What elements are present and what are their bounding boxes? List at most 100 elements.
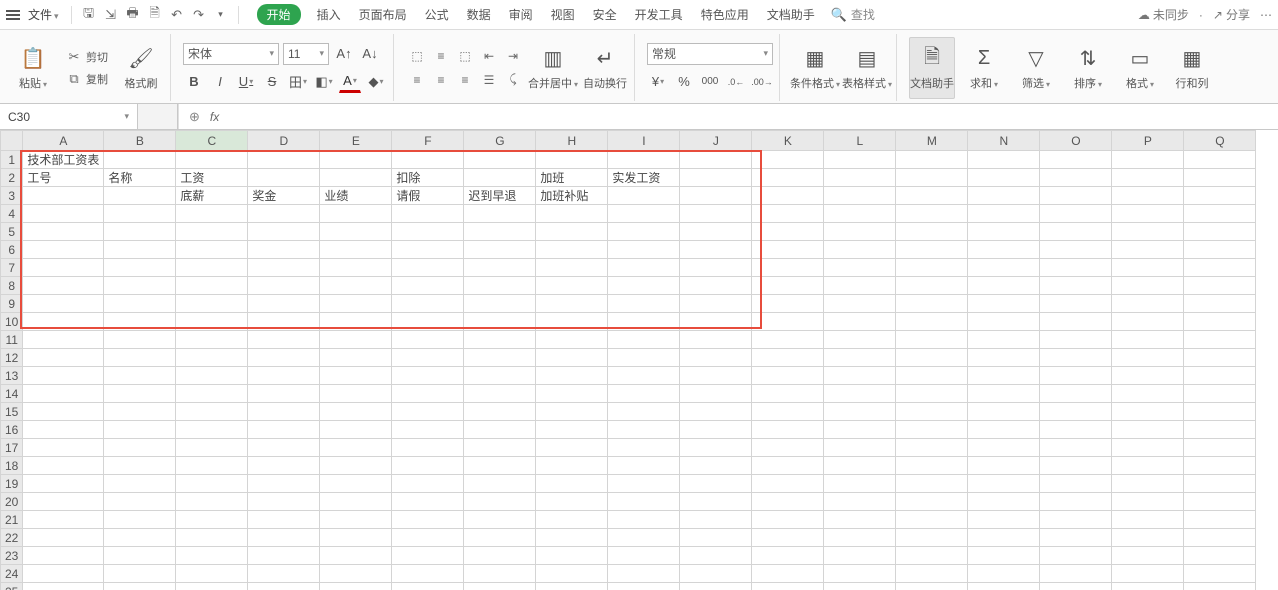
tab-formula[interactable]: 公式 [423, 4, 451, 25]
cell-Q15[interactable] [1184, 403, 1256, 421]
cell-P2[interactable] [1112, 169, 1184, 187]
cell-M8[interactable] [896, 277, 968, 295]
cell-K16[interactable] [752, 421, 824, 439]
tab-developer[interactable]: 开发工具 [633, 4, 685, 25]
cell-M12[interactable] [896, 349, 968, 367]
cell-D25[interactable] [248, 583, 320, 590]
cell-D9[interactable] [248, 295, 320, 313]
cell-J25[interactable] [680, 583, 752, 590]
cell-P15[interactable] [1112, 403, 1184, 421]
cell-N14[interactable] [968, 385, 1040, 403]
cell-P6[interactable] [1112, 241, 1184, 259]
tab-featured[interactable]: 特色应用 [699, 4, 751, 25]
cell-I17[interactable] [608, 439, 680, 457]
orientation-button[interactable]: ⤹ [502, 69, 524, 91]
cell-I24[interactable] [608, 565, 680, 583]
cell-A2[interactable]: 工号 [23, 169, 104, 187]
strikethrough-button[interactable]: S [261, 71, 283, 93]
col-header-O[interactable]: O [1040, 131, 1112, 151]
col-header-K[interactable]: K [752, 131, 824, 151]
cell-D18[interactable] [248, 457, 320, 475]
cell-N19[interactable] [968, 475, 1040, 493]
align-bottom-button[interactable]: ⬚ [454, 45, 476, 67]
cell-K15[interactable] [752, 403, 824, 421]
cell-G19[interactable] [464, 475, 536, 493]
cell-J7[interactable] [680, 259, 752, 277]
cell-H17[interactable] [536, 439, 608, 457]
cell-F3[interactable]: 请假 [392, 187, 464, 205]
cell-O16[interactable] [1040, 421, 1112, 439]
col-header-G[interactable]: G [464, 131, 536, 151]
cell-M20[interactable] [896, 493, 968, 511]
cell-K4[interactable] [752, 205, 824, 223]
cell-I3[interactable] [608, 187, 680, 205]
cell-P4[interactable] [1112, 205, 1184, 223]
cell-A20[interactable] [23, 493, 104, 511]
cell-O12[interactable] [1040, 349, 1112, 367]
cell-B17[interactable] [104, 439, 176, 457]
cell-H23[interactable] [536, 547, 608, 565]
qat-print-icon[interactable]: 🖶 [124, 6, 142, 24]
cell-O7[interactable] [1040, 259, 1112, 277]
cell-L11[interactable] [824, 331, 896, 349]
cell-E17[interactable] [320, 439, 392, 457]
cell-G7[interactable] [464, 259, 536, 277]
cell-E22[interactable] [320, 529, 392, 547]
cell-G5[interactable] [464, 223, 536, 241]
cell-F19[interactable] [392, 475, 464, 493]
cell-A7[interactable] [23, 259, 104, 277]
cell-H12[interactable] [536, 349, 608, 367]
cell-K7[interactable] [752, 259, 824, 277]
cell-F15[interactable] [392, 403, 464, 421]
increase-decimal-button[interactable]: .00→ [751, 71, 773, 93]
qat-undo-icon[interactable]: ↶ [168, 6, 186, 24]
cell-A21[interactable] [23, 511, 104, 529]
cell-L18[interactable] [824, 457, 896, 475]
cell-L5[interactable] [824, 223, 896, 241]
row-header-24[interactable]: 24 [1, 565, 23, 583]
tab-insert[interactable]: 插入 [315, 4, 343, 25]
row-header-8[interactable]: 8 [1, 277, 23, 295]
cell-P1[interactable] [1112, 151, 1184, 169]
cell-P10[interactable] [1112, 313, 1184, 331]
cell-N10[interactable] [968, 313, 1040, 331]
cell-Q4[interactable] [1184, 205, 1256, 223]
tab-view[interactable]: 视图 [549, 4, 577, 25]
fill-color-button[interactable]: ◧▾ [313, 71, 335, 93]
cell-D6[interactable] [248, 241, 320, 259]
align-left-button[interactable]: ≡ [406, 69, 428, 91]
cell-C21[interactable] [176, 511, 248, 529]
border-button[interactable]: 田▾ [287, 71, 309, 93]
row-header-19[interactable]: 19 [1, 475, 23, 493]
qat-saveas-icon[interactable]: ⇲ [102, 6, 120, 24]
cell-H24[interactable] [536, 565, 608, 583]
cell-M15[interactable] [896, 403, 968, 421]
cell-Q13[interactable] [1184, 367, 1256, 385]
col-header-H[interactable]: H [536, 131, 608, 151]
col-header-E[interactable]: E [320, 131, 392, 151]
cell-P17[interactable] [1112, 439, 1184, 457]
cell-M23[interactable] [896, 547, 968, 565]
cell-D3[interactable]: 奖金 [248, 187, 320, 205]
cell-C15[interactable] [176, 403, 248, 421]
cell-K22[interactable] [752, 529, 824, 547]
row-header-5[interactable]: 5 [1, 223, 23, 241]
cell-M16[interactable] [896, 421, 968, 439]
row-header-23[interactable]: 23 [1, 547, 23, 565]
cell-L2[interactable] [824, 169, 896, 187]
cell-N15[interactable] [968, 403, 1040, 421]
cell-C6[interactable] [176, 241, 248, 259]
cell-N22[interactable] [968, 529, 1040, 547]
cell-F6[interactable] [392, 241, 464, 259]
cell-H14[interactable] [536, 385, 608, 403]
align-top-button[interactable]: ⬚ [406, 45, 428, 67]
tab-data[interactable]: 数据 [465, 4, 493, 25]
row-header-18[interactable]: 18 [1, 457, 23, 475]
cell-F22[interactable] [392, 529, 464, 547]
fx-label[interactable]: fx [210, 110, 219, 124]
cell-C18[interactable] [176, 457, 248, 475]
cell-B12[interactable] [104, 349, 176, 367]
cell-Q23[interactable] [1184, 547, 1256, 565]
cell-F25[interactable] [392, 583, 464, 590]
cell-G16[interactable] [464, 421, 536, 439]
